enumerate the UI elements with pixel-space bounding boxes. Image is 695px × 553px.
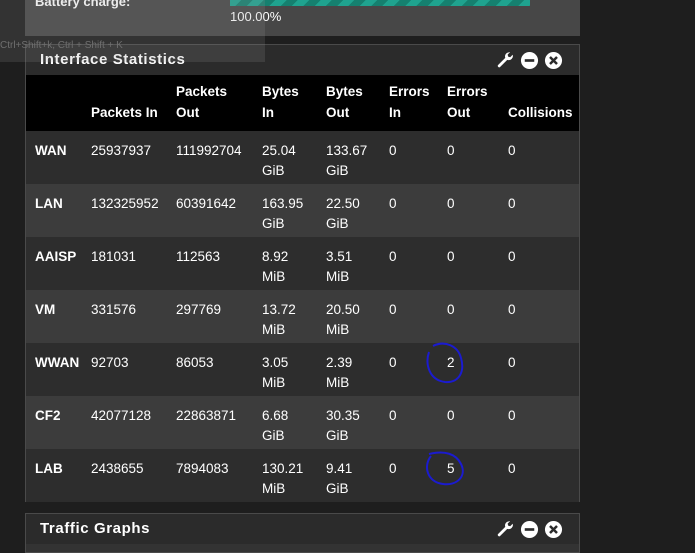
bytes-in-cell: 8.92 MiB: [262, 249, 289, 284]
errors-out-cell: 0: [447, 196, 455, 211]
packets-out-cell: 112563: [176, 249, 221, 264]
collisions-cell: 0: [508, 461, 516, 476]
errors-in-cell: 0: [389, 196, 397, 211]
bytes-in-cell: 25.04 GiB: [262, 143, 296, 178]
panel-actions: [495, 519, 563, 539]
bytes-out-cell: 133.67 GiB: [326, 143, 368, 178]
packets-out-cell: 297769: [176, 302, 222, 317]
bytes-in-cell: 3.05 MiB: [262, 355, 289, 390]
table-row: CF2 42077128 22863871 6.68 GiB 30.35 GiB…: [26, 396, 579, 449]
close-circle-icon[interactable]: [543, 50, 563, 70]
header-bytes-out: Bytes Out: [326, 84, 363, 120]
errors-in-cell: 0: [389, 143, 397, 158]
collisions-cell: 0: [508, 302, 516, 317]
errors-out-cell: 2: [426, 342, 499, 396]
header-interface: [26, 75, 82, 131]
collisions-cell: 0: [508, 408, 516, 423]
interface-name: LAN: [35, 196, 63, 211]
bytes-out-cell: 9.41 GiB: [326, 461, 353, 496]
errors-out-value: 2: [447, 355, 455, 370]
errors-out-cell: 0: [447, 143, 455, 158]
header-collisions: Collisions: [508, 105, 573, 120]
bytes-in-cell: 13.72 MiB: [262, 302, 296, 337]
traffic-graphs-panel: Traffic Graphs: [25, 513, 580, 553]
interface-statistics-table: Packets In Packets Out Bytes In Bytes Ou…: [26, 75, 579, 502]
table-header-row: Packets In Packets Out Bytes In Bytes Ou…: [26, 75, 579, 131]
interface-name: LAB: [35, 461, 63, 476]
packets-out-cell: 60391642: [176, 196, 237, 211]
packets-in-cell: 2438655: [91, 461, 144, 476]
packets-in-cell: 92703: [91, 355, 129, 370]
collisions-cell: 0: [508, 143, 516, 158]
interface-name: WWAN: [35, 355, 80, 370]
battery-charge-bar: [230, 0, 530, 6]
packets-in-cell: 331576: [91, 302, 137, 317]
collisions-cell: 0: [508, 355, 516, 370]
packets-out-cell: 86053: [176, 355, 214, 370]
table-row: WAN 25937937 111992704 25.04 GiB 133.67 …: [26, 131, 579, 184]
packets-out-cell: 111992704: [176, 143, 242, 158]
panel-title: Interface Statistics: [40, 51, 186, 68]
bytes-out-cell: 22.50 GiB: [326, 196, 360, 231]
panel-heading: Interface Statistics: [26, 45, 579, 75]
table-row: AAISP 181031 112563 8.92 MiB 3.51 MiB 0 …: [26, 237, 579, 290]
table-row: VM 331576 297769 13.72 MiB 20.50 MiB 0 0…: [26, 290, 579, 343]
bytes-out-cell: 3.51 MiB: [326, 249, 353, 284]
interface-name: VM: [35, 302, 56, 317]
table-row: WWAN 92703 86053 3.05 MiB 2.39 MiB 0 2 0: [26, 342, 579, 396]
wrench-icon[interactable]: [495, 50, 515, 70]
errors-in-cell: 0: [389, 408, 397, 423]
collisions-cell: 0: [508, 249, 516, 264]
packets-in-cell: 132325952: [91, 196, 159, 211]
bytes-in-cell: 6.68 GiB: [262, 408, 289, 443]
interface-name: AAISP: [35, 249, 77, 264]
packets-in-cell: 42077128: [91, 408, 152, 423]
minus-circle-icon[interactable]: [519, 519, 539, 539]
interface-statistics-panel: Interface Statistics Packets In Packets …: [25, 44, 580, 502]
errors-in-cell: 0: [389, 249, 397, 264]
circled-value: 2: [426, 342, 464, 384]
close-circle-icon[interactable]: [543, 519, 563, 539]
battery-widget: Battery charge: 100.00%: [25, 0, 580, 36]
bytes-out-cell: 2.39 MiB: [326, 355, 353, 390]
battery-charge-label: Battery charge:: [35, 0, 131, 9]
errors-out-cell: 0: [447, 408, 455, 423]
errors-out-value: 5: [447, 461, 455, 476]
table-row: LAN 132325952 60391642 163.95 GiB 22.50 …: [26, 184, 579, 237]
panel-actions: [495, 50, 563, 70]
packets-in-cell: 25937937: [91, 143, 152, 158]
battery-charge-value: 100.00%: [230, 9, 282, 24]
errors-out-cell: 0: [447, 249, 455, 264]
collisions-cell: 0: [508, 196, 516, 211]
header-packets-in: Packets In: [91, 105, 158, 120]
packets-in-cell: 181031: [91, 249, 137, 264]
header-bytes-in: Bytes In: [262, 84, 299, 120]
packets-out-cell: 7894083: [176, 461, 229, 476]
packets-out-cell: 22863871: [176, 408, 237, 423]
header-errors-in: Errors In: [389, 84, 430, 120]
header-packets-out: Packets Out: [176, 84, 228, 120]
header-errors-out: Errors Out: [447, 84, 488, 120]
errors-out-cell: 0: [447, 302, 455, 317]
wrench-icon[interactable]: [495, 519, 515, 539]
circled-value: 5: [426, 451, 464, 486]
errors-in-cell: 0: [389, 461, 397, 476]
panel-title: Traffic Graphs: [40, 520, 151, 537]
bytes-in-cell: 130.21 MiB: [262, 461, 304, 496]
bytes-out-cell: 30.35 GiB: [326, 408, 360, 443]
panel-heading: Traffic Graphs: [26, 514, 579, 544]
bytes-out-cell: 20.50 MiB: [326, 302, 360, 337]
bytes-in-cell: 163.95 GiB: [262, 196, 304, 231]
interface-name: CF2: [35, 408, 61, 423]
minus-circle-icon[interactable]: [519, 50, 539, 70]
interface-name: WAN: [35, 143, 67, 158]
errors-in-cell: 0: [389, 355, 397, 370]
errors-out-cell: 5: [426, 449, 499, 502]
errors-in-cell: 0: [389, 302, 397, 317]
table-row: LAB 2438655 7894083 130.21 MiB 9.41 GiB …: [26, 449, 579, 502]
